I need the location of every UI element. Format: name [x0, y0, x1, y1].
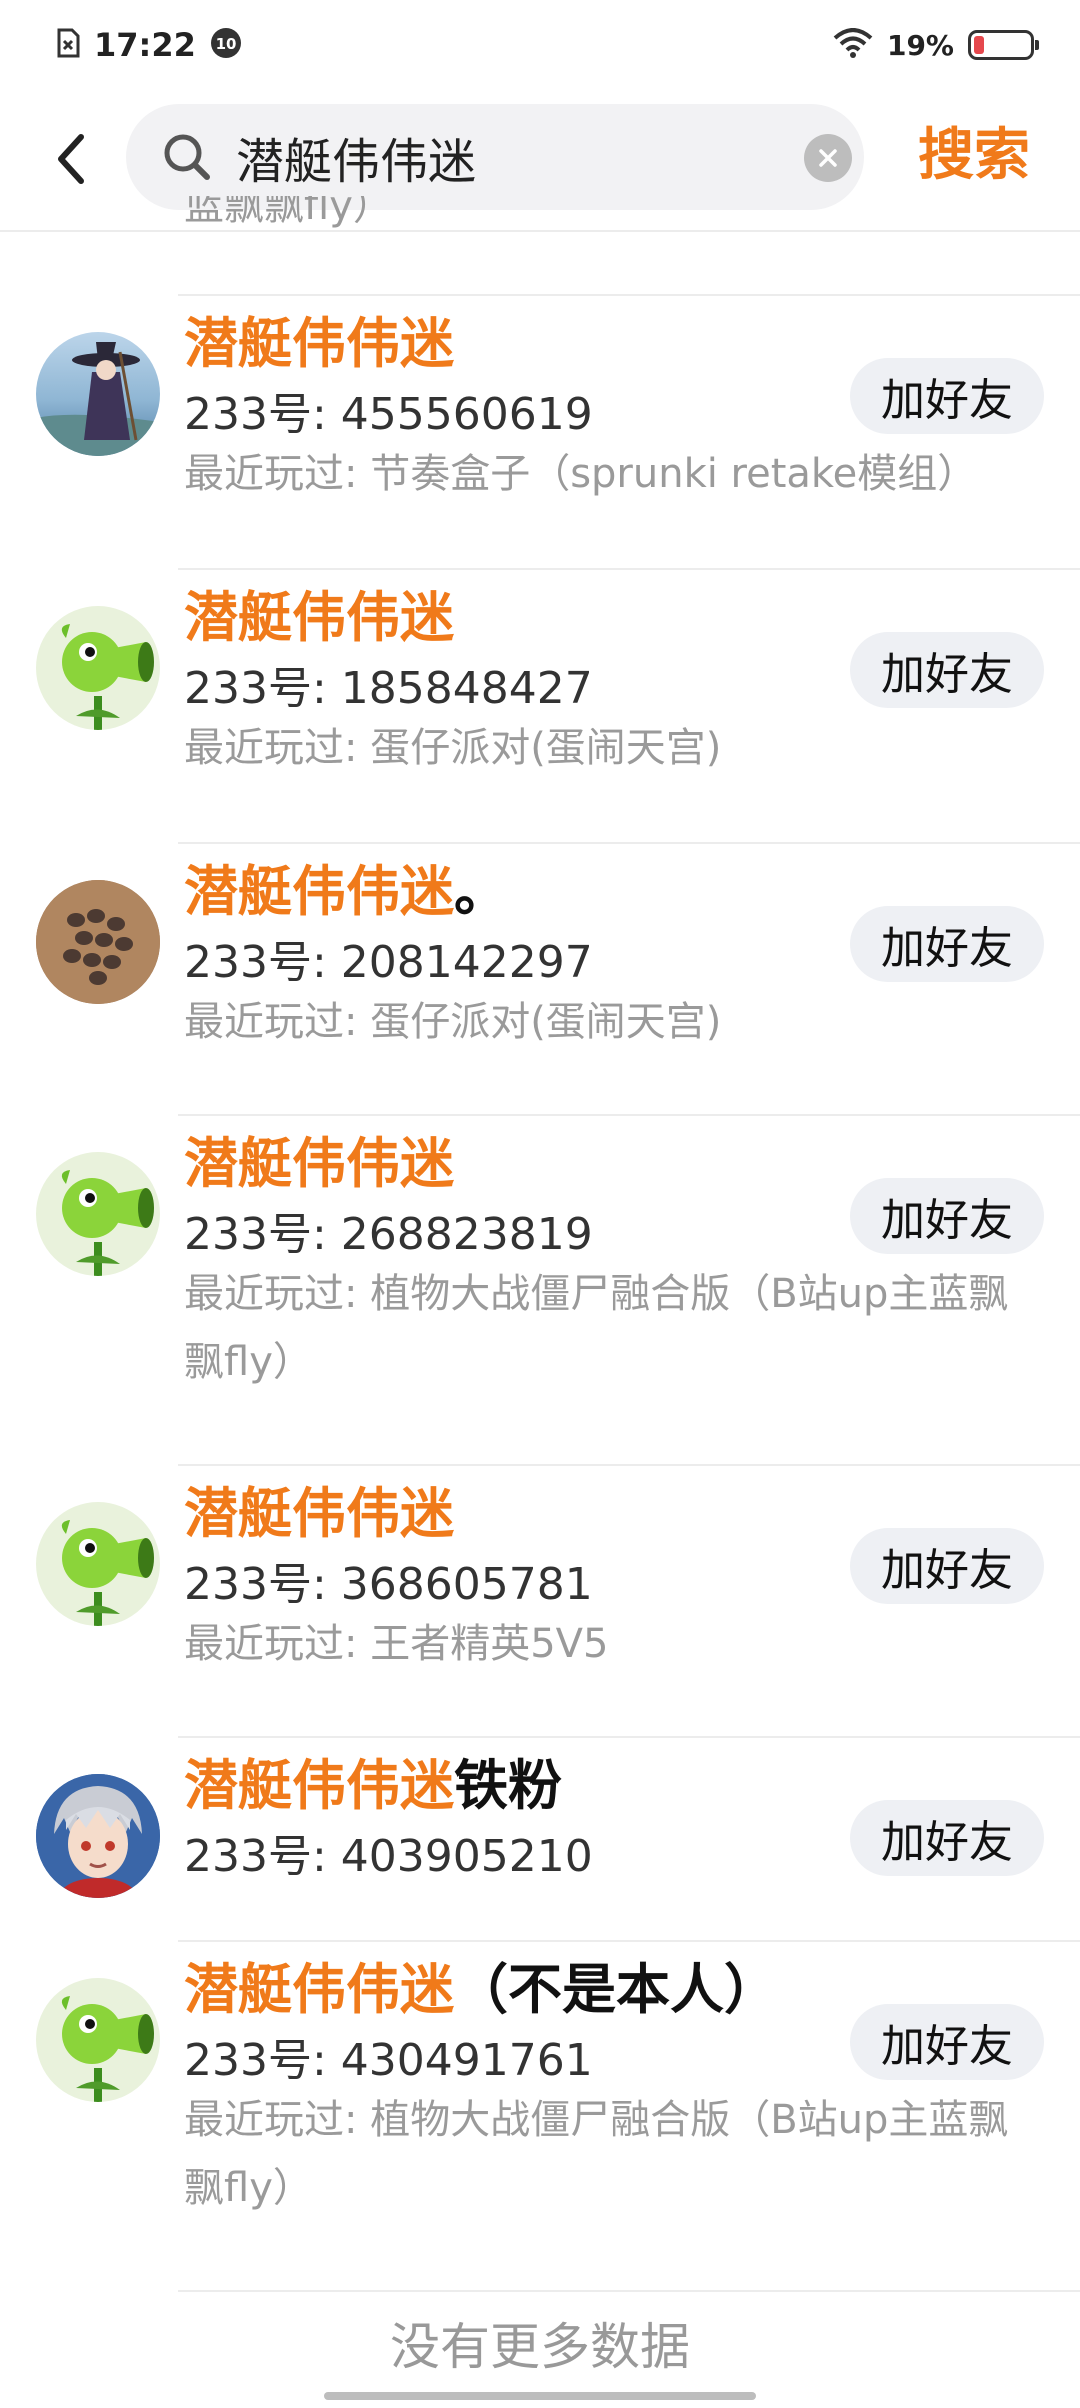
no-more-data-text: 没有更多数据 — [390, 2318, 690, 2376]
add-friend-button[interactable]: 加好友 — [850, 906, 1044, 982]
result-uid: 233号: 455560619 — [184, 389, 593, 440]
back-button[interactable] — [44, 126, 96, 192]
add-friend-button[interactable]: 加好友 — [850, 1800, 1044, 1876]
clipped-item-recent: 蓝飘飘fly） — [184, 196, 393, 230]
result-nickname: 潜艇伟伟迷（不是本人） — [184, 1958, 778, 2022]
result-uid: 233号: 268823819 — [184, 1209, 593, 1260]
add-friend-button[interactable]: 加好友 — [850, 1528, 1044, 1604]
sim-icon — [56, 28, 80, 62]
result-uid: 233号: 368605781 — [184, 1559, 593, 1610]
nickname-rest: 铁粉 — [454, 1754, 562, 1817]
result-recent-played: 最近玩过: 王者精英5V5 — [184, 1621, 609, 1667]
clear-input-icon[interactable] — [804, 134, 852, 182]
battery-percentage: 19% — [886, 28, 954, 62]
search-icon — [162, 132, 212, 186]
nickname-highlight: 潜艇伟伟迷 — [184, 312, 454, 375]
nickname-highlight: 潜艇伟伟迷 — [184, 1754, 454, 1817]
peashooter-avatar[interactable] — [36, 1978, 160, 2102]
home-indicator[interactable] — [324, 2392, 756, 2400]
wifi-icon — [833, 28, 873, 62]
add-friend-button[interactable]: 加好友 — [850, 2004, 1044, 2080]
nickname-rest: 。 — [454, 860, 508, 923]
list-divider — [178, 1940, 1080, 1942]
list-divider — [178, 1114, 1080, 1116]
nickname-highlight: 潜艇伟伟迷 — [184, 1132, 454, 1195]
back-arrow-icon — [58, 134, 84, 184]
result-nickname: 潜艇伟伟迷 — [184, 1132, 454, 1196]
search-button[interactable]: 搜索 — [918, 116, 1030, 196]
seeds-avatar[interactable] — [36, 880, 160, 1004]
status-bar-right: 19% — [833, 28, 1039, 62]
result-uid: 233号: 208142297 — [184, 937, 593, 988]
result-nickname: 潜艇伟伟迷铁粉 — [184, 1754, 562, 1818]
search-header: 搜索 — [0, 90, 1080, 230]
notification-badge-icon: 10 — [210, 27, 242, 63]
result-recent-played: 最近玩过: 植物大战僵尸融合版（B站up主蓝飘飘fly） — [184, 2097, 1009, 2211]
nickname-highlight: 潜艇伟伟迷 — [184, 860, 454, 923]
notification-badge-count: 10 — [215, 35, 236, 53]
search-box[interactable] — [126, 104, 864, 210]
result-recent-played: 最近玩过: 节奏盒子（sprunki retake模组） — [184, 451, 978, 497]
result-recent-played: 最近玩过: 植物大战僵尸融合版（B站up主蓝飘飘fly） — [184, 1271, 1009, 1385]
result-nickname: 潜艇伟伟迷。 — [184, 860, 508, 924]
list-divider — [178, 1736, 1080, 1738]
result-recent-played: 最近玩过: 蛋仔派对(蛋闹天宫) — [184, 999, 722, 1045]
peashooter-avatar[interactable] — [36, 1152, 160, 1276]
peashooter-avatar[interactable] — [36, 1502, 160, 1626]
anime-boy-avatar[interactable] — [36, 1774, 160, 1898]
add-friend-button[interactable]: 加好友 — [850, 1178, 1044, 1254]
status-bar-left: 17:22 10 — [56, 26, 242, 64]
search-results-page: 17:22 10 19% 潜艇伟伟迷 搜索 蓝飘飘fly） 潜艇伟伟迷 233号… — [0, 0, 1080, 2408]
nickname-highlight: 潜艇伟伟迷 — [184, 1958, 454, 2021]
list-divider — [178, 842, 1080, 844]
result-uid: 233号: 403905210 — [184, 1831, 593, 1882]
result-nickname: 潜艇伟伟迷 — [184, 312, 454, 376]
clipped-item-recent-text: 蓝飘飘fly） — [184, 196, 393, 229]
list-divider — [178, 2290, 1080, 2292]
witch-girl-avatar[interactable] — [36, 332, 160, 456]
result-uid: 233号: 185848427 — [184, 663, 593, 714]
result-recent-played: 最近玩过: 蛋仔派对(蛋闹天宫) — [184, 725, 722, 771]
add-friend-button[interactable]: 加好友 — [850, 358, 1044, 434]
status-time: 17:22 — [94, 26, 196, 64]
search-input[interactable] — [236, 122, 796, 192]
status-bar: 17:22 10 19% — [0, 0, 1080, 90]
result-nickname: 潜艇伟伟迷 — [184, 1482, 454, 1546]
add-friend-button[interactable]: 加好友 — [850, 632, 1044, 708]
list-divider — [178, 568, 1080, 570]
list-divider — [178, 294, 1080, 296]
result-uid: 233号: 430491761 — [184, 2035, 593, 2086]
nickname-highlight: 潜艇伟伟迷 — [184, 586, 454, 649]
battery-icon — [968, 30, 1039, 60]
result-nickname: 潜艇伟伟迷 — [184, 586, 454, 650]
peashooter-avatar[interactable] — [36, 606, 160, 730]
header-divider — [0, 230, 1080, 232]
list-divider — [178, 1464, 1080, 1466]
nickname-highlight: 潜艇伟伟迷 — [184, 1482, 454, 1545]
nickname-rest: （不是本人） — [454, 1958, 778, 2021]
battery-level — [974, 36, 984, 54]
